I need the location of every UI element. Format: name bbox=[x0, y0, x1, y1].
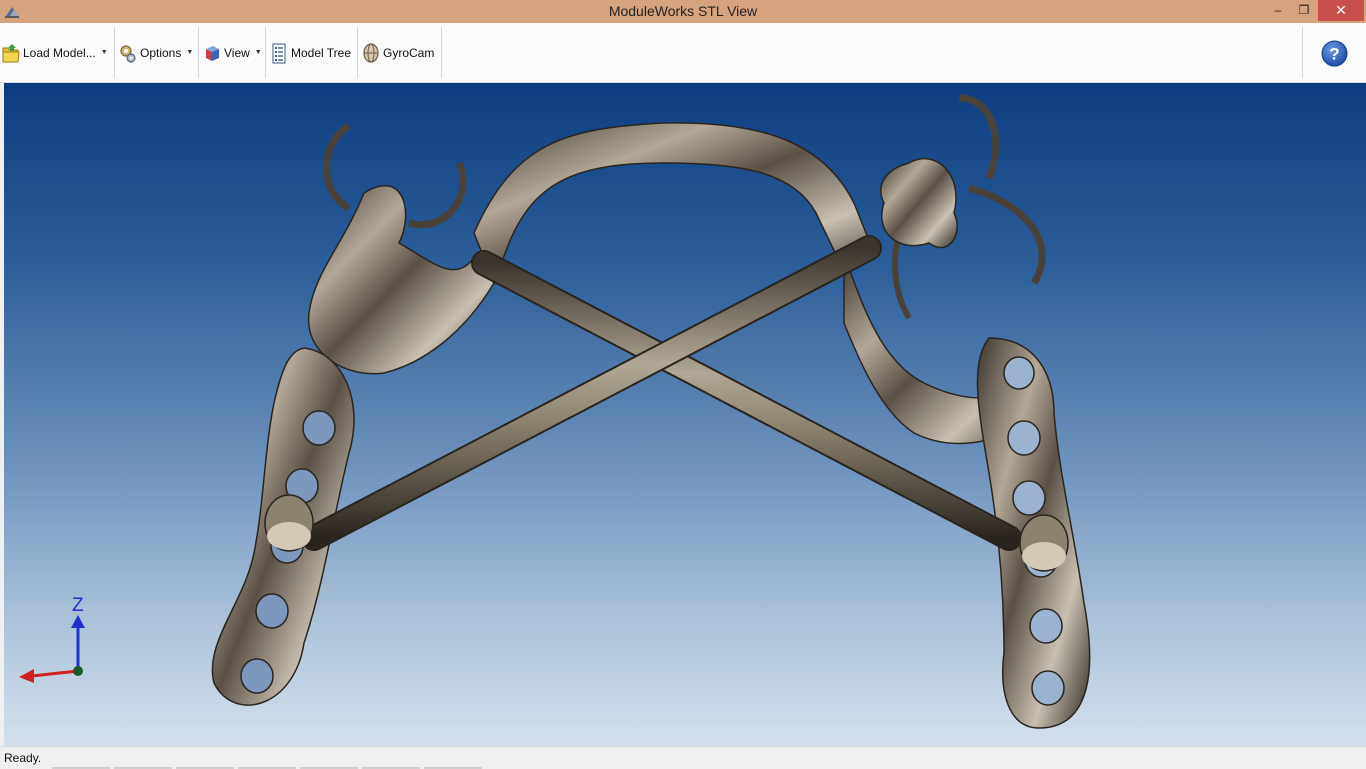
toolbar-separator bbox=[1302, 27, 1303, 78]
cube-view-icon bbox=[206, 45, 219, 61]
view-button[interactable]: View ▼ bbox=[203, 23, 262, 82]
axis-triad bbox=[19, 615, 85, 683]
gyrocam-icon bbox=[363, 42, 379, 63]
3d-viewport[interactable]: Z bbox=[4, 83, 1366, 746]
folder-icon bbox=[2, 43, 20, 62]
gyrocam-label: GyroCam bbox=[383, 45, 435, 60]
status-text: Ready. bbox=[4, 751, 42, 765]
model-tree-button[interactable]: Model Tree bbox=[270, 23, 351, 82]
minimize-button[interactable]: ‒ bbox=[1265, 0, 1291, 21]
chevron-down-icon[interactable]: ▼ bbox=[255, 49, 262, 56]
chevron-down-icon[interactable]: ▼ bbox=[101, 49, 108, 56]
gears-icon bbox=[120, 44, 136, 63]
status-bar: Ready. bbox=[0, 746, 1366, 769]
toolbar-separator bbox=[357, 27, 358, 78]
close-button[interactable]: ✕ bbox=[1318, 0, 1364, 21]
gyrocam-button[interactable]: GyroCam bbox=[362, 23, 434, 82]
window-title: ModuleWorks STL View bbox=[608, 3, 758, 19]
view-label: View bbox=[224, 45, 250, 60]
toolbar-separator bbox=[265, 27, 266, 78]
toolbar-separator bbox=[441, 27, 442, 78]
tree-icon bbox=[272, 43, 286, 63]
toolbar-separator bbox=[198, 27, 199, 78]
toolbar: Load Model... ▼ Options ▼ View ▼ Model T… bbox=[0, 23, 1366, 83]
title-bar: ModuleWorks STL View ‒ ❐ ✕ bbox=[0, 0, 1366, 23]
svg-text:?: ? bbox=[1329, 45, 1339, 64]
stl-model bbox=[19, 94, 1091, 729]
restore-button[interactable]: ❐ bbox=[1291, 0, 1317, 21]
load-model-button[interactable]: Load Model... ▼ bbox=[2, 23, 108, 82]
options-button[interactable]: Options ▼ bbox=[119, 23, 193, 82]
chevron-down-icon[interactable]: ▼ bbox=[186, 49, 193, 56]
minimize-icon: ‒ bbox=[1274, 3, 1282, 17]
model-tree-label: Model Tree bbox=[291, 45, 352, 60]
options-label: Options bbox=[140, 45, 182, 60]
close-icon: ✕ bbox=[1335, 2, 1347, 18]
help-icon[interactable]: ? bbox=[1321, 40, 1348, 67]
toolbar-separator bbox=[114, 27, 115, 78]
restore-icon: ❐ bbox=[1298, 3, 1310, 17]
load-model-label: Load Model... bbox=[23, 45, 96, 60]
model-arch bbox=[473, 122, 876, 286]
axis-z-label: Z bbox=[72, 595, 84, 616]
